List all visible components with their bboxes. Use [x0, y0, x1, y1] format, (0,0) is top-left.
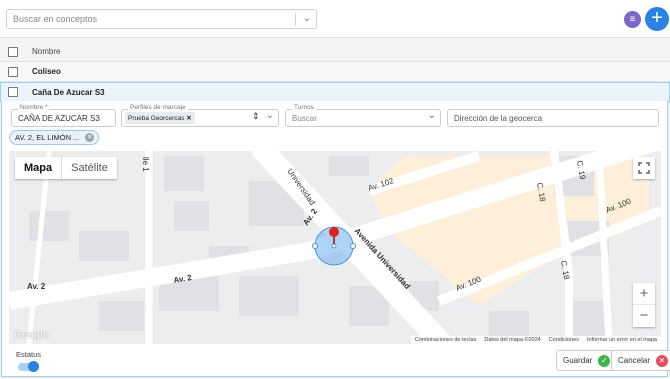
- shifts-placeholder: Buscar: [292, 113, 317, 123]
- street-label: Av. 2: [27, 282, 46, 291]
- shifts-select[interactable]: Turnos Buscar ⌄: [285, 104, 441, 127]
- map-type-map-button[interactable]: Mapa: [15, 157, 61, 179]
- toggle-knob: [28, 361, 39, 372]
- google-logo[interactable]: Google: [14, 330, 48, 341]
- fullscreen-icon: [638, 162, 650, 174]
- cancel-label: Cancelar: [618, 356, 651, 365]
- street-label: lle 1: [141, 157, 150, 172]
- table-header: Nombre: [0, 42, 670, 62]
- shifts-label: Turnos: [292, 104, 316, 111]
- report-error-link[interactable]: Informar un error en el mapa: [587, 337, 657, 343]
- search-input[interactable]: Buscar en conceptos ⌄: [6, 9, 317, 29]
- geofence-handle: [312, 243, 318, 249]
- stepper-icon[interactable]: ⇕: [252, 111, 260, 122]
- close-icon: ✕: [656, 354, 669, 367]
- map-attribution: Combinaciones de teclas Datos del mapa ©…: [410, 336, 661, 344]
- keyboard-shortcuts-link[interactable]: Combinaciones de teclas: [415, 337, 476, 343]
- column-name-header: Nombre: [32, 47, 61, 56]
- chip-label: AV. 2, EL LIMÓN ...: [15, 133, 80, 142]
- address-placeholder: Dirección de la geocerca: [454, 113, 543, 123]
- address-input[interactable]: Dirección de la geocerca: [447, 109, 659, 127]
- plus-icon: +: [651, 7, 663, 29]
- map[interactable]: Universidad Av. 102 Av. 2 Av. 2 Av. 2 Av…: [9, 151, 661, 344]
- add-button[interactable]: +: [645, 7, 669, 31]
- remove-tag-icon[interactable]: ✕: [186, 115, 191, 122]
- name-value: CAÑA DE AZUCAR S3: [18, 113, 100, 123]
- terms-link[interactable]: Condiciones: [549, 337, 579, 343]
- edit-panel: Nombre * CAÑA DE AZUCAR S3 Perfiles de m…: [1, 101, 670, 377]
- search-separator: [295, 13, 296, 26]
- zoom-out-button[interactable]: −: [633, 305, 655, 327]
- concepts-table: Nombre Coliseo Caña De Azucar S3: [0, 42, 670, 102]
- row-name: Coliseo: [32, 67, 61, 76]
- address-chip[interactable]: AV. 2, EL LIMÓN ... ✕: [9, 130, 100, 145]
- chip-remove-icon[interactable]: ✕: [85, 133, 95, 142]
- map-data-text: Datos del mapa ©2024: [484, 337, 541, 343]
- profile-tag: Prueba Georcercas ✕: [125, 112, 195, 124]
- map-type-control: Mapa Satélite: [15, 157, 117, 179]
- geofence-handle: [350, 243, 356, 249]
- row-checkbox[interactable]: [8, 87, 18, 97]
- chevron-down-icon[interactable]: ⌄: [266, 110, 274, 121]
- profiles-label: Perfiles de marcaje: [128, 104, 188, 111]
- map-type-satellite-button[interactable]: Satélite: [61, 157, 117, 179]
- table-row-selected[interactable]: Caña De Azucar S3: [0, 82, 670, 102]
- row-name: Caña De Azucar S3: [32, 87, 105, 97]
- table-row[interactable]: Coliseo: [0, 62, 670, 82]
- save-label: Guardar: [563, 356, 593, 365]
- row-checkbox[interactable]: [8, 66, 18, 77]
- map-canvas[interactable]: Universidad Av. 102 Av. 2 Av. 2 Av. 2 Av…: [9, 151, 661, 344]
- status-toggle[interactable]: [18, 361, 39, 372]
- list-menu-button[interactable]: ≡: [624, 11, 641, 28]
- select-all-checkbox[interactable]: [8, 46, 18, 57]
- zoom-control: + −: [633, 283, 655, 327]
- save-button[interactable]: Guardar ✓: [556, 350, 616, 371]
- name-field[interactable]: Nombre * CAÑA DE AZUCAR S3: [11, 104, 116, 127]
- search-placeholder: Buscar en conceptos: [13, 14, 98, 24]
- list-icon: ≡: [629, 14, 636, 25]
- cancel-button[interactable]: Cancelar ✕: [611, 350, 670, 371]
- profiles-select[interactable]: Perfiles de marcaje Prueba Georcercas ✕ …: [121, 104, 279, 127]
- check-icon: ✓: [598, 354, 611, 367]
- chevron-down-icon[interactable]: ⌄: [303, 13, 311, 24]
- top-bar: Buscar en conceptos ⌄ ≡ +: [0, 0, 670, 38]
- zoom-in-button[interactable]: +: [633, 283, 655, 305]
- map-pin-icon: [329, 227, 339, 237]
- name-label: Nombre *: [18, 104, 50, 111]
- fullscreen-button[interactable]: [633, 157, 655, 179]
- geofence-center: [331, 243, 337, 249]
- chevron-down-icon[interactable]: ⌄: [428, 110, 436, 121]
- status-label: Estatus: [16, 350, 42, 359]
